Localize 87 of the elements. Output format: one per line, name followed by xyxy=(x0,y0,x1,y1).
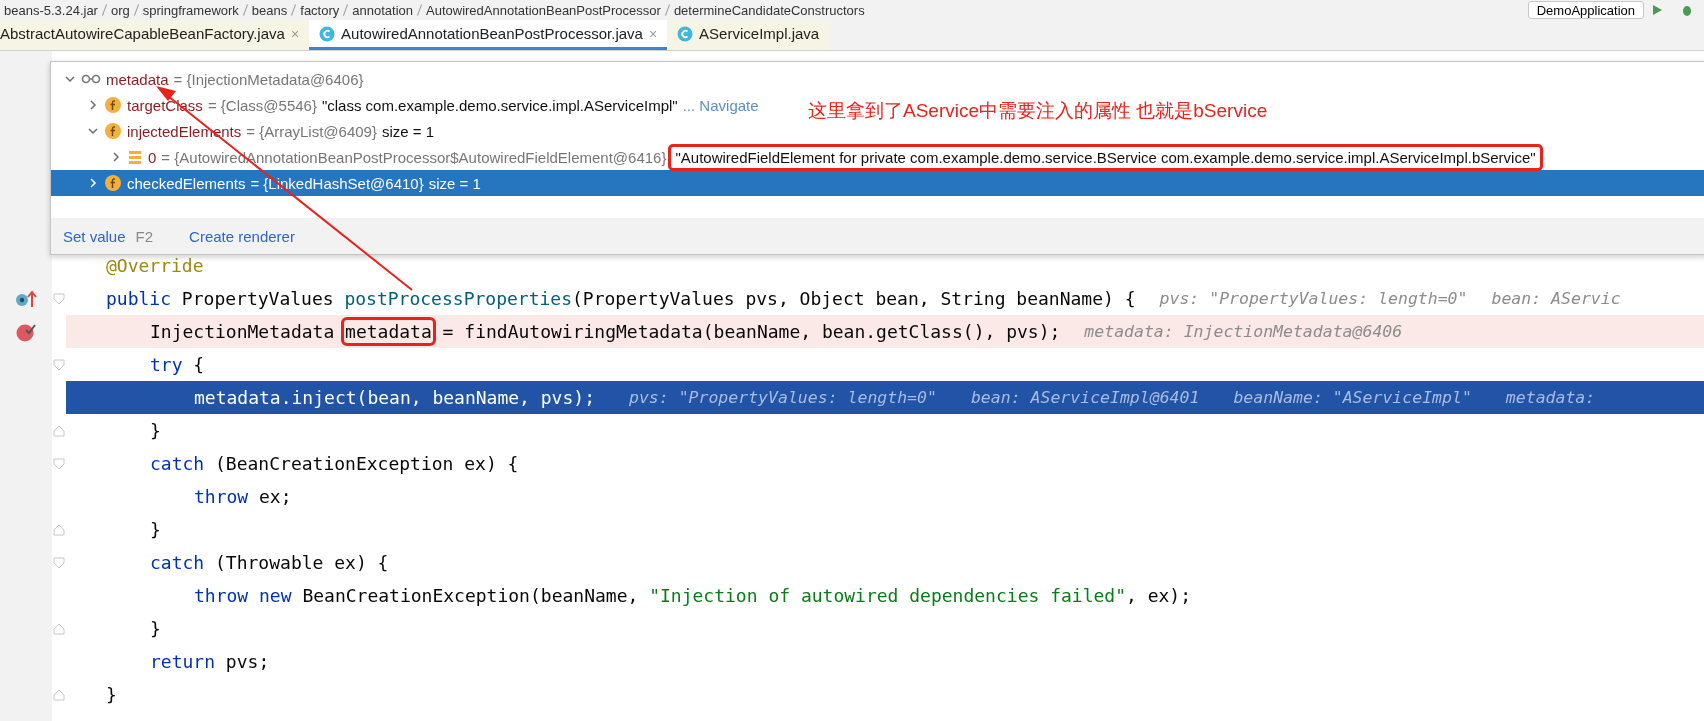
glasses-icon xyxy=(81,73,101,85)
chevron-icon[interactable] xyxy=(87,177,99,189)
code-token: throw xyxy=(194,486,249,507)
class-icon xyxy=(319,25,336,42)
annotation-text: 这里拿到了AService中需要注入的属性 也就是bService xyxy=(808,99,1268,123)
editor-tab[interactable]: AServiceImpl.java xyxy=(667,20,830,50)
tab-label: AServiceImpl.java xyxy=(699,25,820,42)
fold-marker-icon[interactable] xyxy=(53,358,65,371)
fold-marker-icon[interactable] xyxy=(53,556,65,569)
chevron-icon[interactable] xyxy=(87,99,99,111)
run-configuration-dropdown[interactable]: DemoApplication xyxy=(1527,1,1644,19)
run-icon[interactable] xyxy=(1650,3,1664,17)
code-token: } xyxy=(150,618,161,639)
variable-name: 0 xyxy=(148,148,157,166)
code-token: (Throwable ex) { xyxy=(214,552,389,573)
breadcrumb-item[interactable]: beans xyxy=(251,2,288,18)
value-string: size = 1 xyxy=(381,122,435,140)
code-token: catch xyxy=(150,552,205,573)
inline-debug-value: bean: AServic xyxy=(1491,289,1621,308)
breadcrumb-item[interactable]: org xyxy=(110,2,130,18)
code-token: public xyxy=(106,288,172,309)
fold-marker-icon[interactable] xyxy=(53,424,65,437)
debug-icon[interactable] xyxy=(1680,3,1694,17)
code-token: ex; xyxy=(258,486,292,507)
breadcrumb-item[interactable]: annotation xyxy=(352,2,413,18)
code-token: (PropertyValues pvs, Object bean, String beanName) { xyxy=(572,288,1136,309)
code-token: "Injection of autowired dependencies failed" xyxy=(649,585,1126,606)
popup-action-link[interactable]: Set value xyxy=(63,227,126,245)
breadcrumb-item[interactable]: determineCandidateConstructors xyxy=(673,2,865,18)
navigate-link[interactable]: ... Navigate xyxy=(682,96,759,114)
value-string: "class com.example.demo.service.impl.AServiceImpl" xyxy=(321,96,678,114)
breadcrumb-item[interactable]: AutowiredAnnotationBeanPostProcessor xyxy=(426,2,661,18)
code-token: } xyxy=(150,420,161,441)
class-icon xyxy=(677,25,694,42)
fold-marker-icon[interactable] xyxy=(53,622,65,635)
field-icon xyxy=(104,174,122,192)
code-token: throw new xyxy=(194,585,292,606)
variable-name: checkedElements xyxy=(127,174,246,192)
breadcrumb-item[interactable]: beans-5.3.24.jar xyxy=(4,2,98,18)
method-breakpoint-icon[interactable] xyxy=(15,289,37,308)
inline-debug-value: pvs: "PropertyValues: length=0" xyxy=(1159,289,1468,308)
code-token: @Override xyxy=(106,255,204,276)
fold-marker-icon[interactable] xyxy=(53,457,65,470)
code-token: { xyxy=(192,354,205,375)
tab-label: AutowiredAnnotationBeanPostProcessor.java xyxy=(341,25,643,42)
variable-name: metadata xyxy=(106,70,169,88)
inline-debug-value: metadata: InjectionMetadata@6406 xyxy=(1084,322,1403,341)
editor-tab[interactable]: AbstractAutowireCapableBeanFactory.java × xyxy=(0,20,310,50)
field-icon xyxy=(104,122,122,140)
list-icon xyxy=(127,149,143,165)
chevron-icon[interactable] xyxy=(64,73,76,85)
inline-debug-value: metadata: xyxy=(1505,388,1596,407)
value-string: size = 1 xyxy=(428,174,481,192)
code-token: return xyxy=(150,651,216,672)
code-token: } xyxy=(106,684,117,705)
tab-label: AbstractAutowireCapableBeanFactory.java xyxy=(0,25,285,42)
inline-debug-value: pvs: "PropertyValues: length=0" xyxy=(628,388,937,407)
variable-value: = {ArrayList@6409} xyxy=(246,122,377,140)
inline-debug-value: bean: AServiceImpl@6401 xyxy=(970,388,1200,407)
code-token: InjectionMetadata xyxy=(150,321,336,342)
code-token: catch xyxy=(150,453,205,474)
breadcrumb-item[interactable]: factory xyxy=(300,2,340,18)
code-token: = findAutowiringMetadata(beanName, bean.getClass(), pvs); xyxy=(441,321,1061,342)
fold-marker-icon[interactable] xyxy=(53,688,65,701)
tree-row[interactable]: metadata = {InjectionMetadata@6406} xyxy=(51,66,370,92)
value-string: "AutowiredFieldElement for private com.example.demo.service.BService com.example.demo.service.impl.AServiceImpl.bService" xyxy=(671,146,1540,168)
popup-action-link[interactable]: Create renderer xyxy=(189,227,295,245)
code-token: , ex); xyxy=(1126,585,1192,606)
code-token: pvs; xyxy=(224,651,270,672)
fold-marker-icon[interactable] xyxy=(53,523,65,536)
code-token: (BeanCreationException ex) { xyxy=(214,453,519,474)
code-token: PropertyValues xyxy=(180,288,335,309)
variable-value: = {InjectionMetadata@6406} xyxy=(173,70,364,88)
code-token: } xyxy=(150,519,161,540)
breadcrumb-item[interactable]: springframework xyxy=(142,2,239,18)
field-icon xyxy=(104,96,122,114)
variable-value: = {Class@5546} xyxy=(207,96,317,114)
chevron-icon[interactable] xyxy=(110,151,122,163)
fold-marker-icon[interactable] xyxy=(53,292,65,305)
code-token: postProcessProperties xyxy=(344,288,572,309)
editor-tab[interactable]: AutowiredAnnotationBeanPostProcessor.java × xyxy=(309,20,668,50)
code-token: BeanCreationException(beanName, xyxy=(301,585,640,606)
inline-debug-value: beanName: "AServiceImpl" xyxy=(1233,388,1472,407)
code-token: try xyxy=(150,354,183,375)
chevron-icon[interactable] xyxy=(87,125,99,137)
code-token: metadata.inject(bean, beanName, pvs); xyxy=(194,387,595,408)
shortcut-hint: F2 xyxy=(135,227,154,245)
